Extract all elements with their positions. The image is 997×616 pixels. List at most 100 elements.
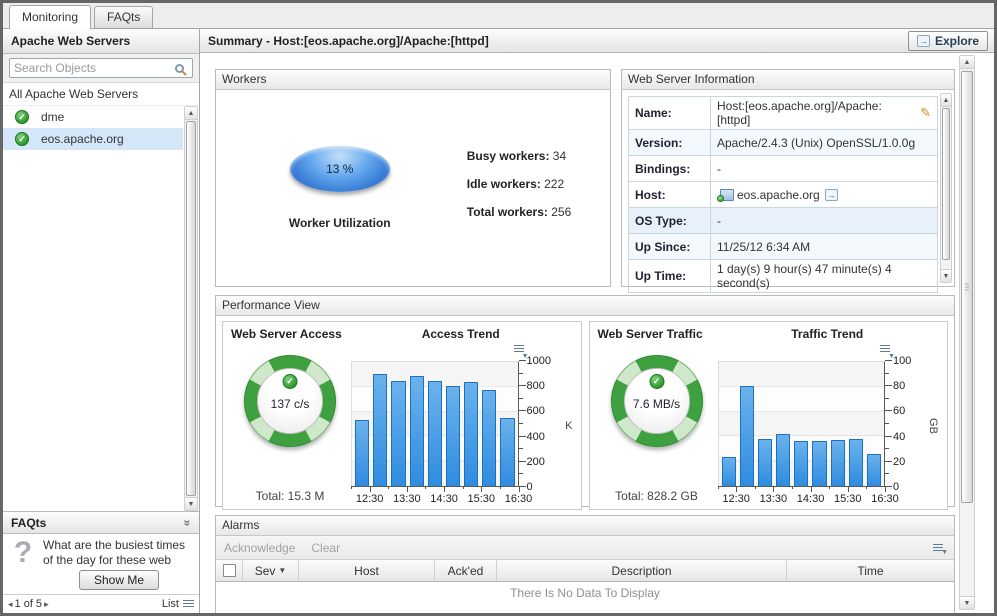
pager-next-icon[interactable]: ▸ (44, 599, 49, 610)
server-list: ✓dme✓eos.apache.org ▲ ▼ (3, 105, 199, 511)
bar (428, 381, 442, 486)
scroll-down-icon[interactable]: ▼ (941, 269, 951, 282)
access-rate-value: 137 c/s (244, 397, 336, 411)
collapse-chevron-icon[interactable]: » (181, 519, 195, 526)
edit-icon[interactable]: ✎ (920, 107, 931, 119)
y-tick (885, 385, 892, 386)
info-panel: Web Server Information Name:Host:[eos.ap… (621, 69, 955, 287)
y-tick (519, 385, 526, 386)
web-server-access-group: Web Server Access Access Trend ✓ 137 c/s (222, 321, 582, 510)
clear-button[interactable]: Clear (311, 541, 340, 555)
column-header-time[interactable]: Time (786, 560, 954, 581)
scroll-down-icon[interactable]: ▼ (185, 497, 197, 510)
server-list-item[interactable]: ✓eos.apache.org (3, 128, 183, 150)
y-tick (885, 410, 892, 411)
show-me-button[interactable]: Show Me (79, 570, 159, 590)
x-tick-label: 14:30 (430, 493, 458, 505)
scrollbar-thumb[interactable] (186, 121, 196, 496)
server-list-item[interactable]: ✓dme (3, 106, 183, 128)
scrollbar-thumb[interactable] (942, 108, 950, 260)
column-label: Host (354, 564, 379, 578)
y-tick (519, 398, 523, 399)
y-tick (885, 373, 889, 374)
scroll-up-icon[interactable]: ▲ (960, 56, 974, 69)
info-row: Up Time:1 day(s) 9 hour(s) 47 minute(s) … (629, 260, 938, 293)
traffic-total: Total: 828.2 GB (615, 489, 698, 505)
main-content: Workers 13 % Worker Utilization Busy wor… (200, 53, 994, 613)
info-row-label: Name: (629, 97, 711, 130)
chart-options-icon[interactable]: ▼ (880, 345, 893, 357)
info-row-label: Up Since: (629, 234, 711, 260)
search-box (9, 58, 193, 78)
y-tick (885, 423, 889, 424)
info-row-label: Up Time: (629, 260, 711, 293)
faqts-pager: ◂ 1 of 5 ▸ (8, 598, 49, 610)
x-tick (848, 486, 849, 492)
drilldown-icon[interactable]: → (825, 189, 838, 201)
info-row: Name:Host:[eos.apache.org]/Apache:[httpd… (629, 97, 938, 130)
pager-prev-icon[interactable]: ◂ (8, 599, 13, 610)
column-label: Time (857, 564, 883, 578)
y-tick (519, 461, 526, 462)
search-input[interactable] (10, 60, 175, 76)
y-tick (885, 461, 892, 462)
x-tick (718, 486, 719, 489)
scroll-up-icon[interactable]: ▲ (185, 107, 197, 120)
info-row: Up Since:11/25/12 6:34 AM (629, 234, 938, 260)
column-header-acked[interactable]: Ack'ed (434, 560, 496, 581)
tab-monitoring[interactable]: Monitoring (9, 5, 91, 29)
scroll-up-icon[interactable]: ▲ (941, 94, 951, 107)
worker-stat: Idle workers: 222 (467, 177, 572, 191)
chart-options-icon[interactable]: ▼ (514, 345, 527, 357)
faqts-question: What are the busiest times of the day fo… (43, 538, 195, 568)
x-tick (425, 486, 426, 489)
select-all-cell (216, 560, 242, 581)
y-tick-label: 200 (527, 456, 545, 468)
faqts-title: FAQts (11, 516, 46, 530)
info-value-text: Apache/2.4.3 (Unix) OpenSSL/1.0.0g (717, 136, 915, 150)
bar (410, 376, 424, 486)
access-trend-title: Access Trend (349, 327, 573, 347)
bar (849, 439, 863, 486)
main-scrollbar[interactable]: ▲ ▼ (959, 55, 975, 610)
app-body: Apache Web Servers All Apache Web Server… (3, 29, 994, 613)
info-panel-title: Web Server Information (622, 70, 954, 90)
server-name-label: dme (41, 110, 64, 124)
column-header-description[interactable]: Description (496, 560, 786, 581)
faqts-header[interactable]: FAQts » (3, 511, 199, 534)
worker-stat-value: 222 (541, 177, 564, 191)
info-value-text: - (717, 214, 721, 228)
bar-series (719, 362, 885, 486)
y-tick (519, 423, 523, 424)
search-icon[interactable] (175, 64, 184, 73)
scroll-down-icon[interactable]: ▼ (960, 596, 974, 609)
list-view-toggle[interactable]: List (162, 598, 194, 610)
y-tick-label: 400 (527, 431, 545, 443)
column-header-sev[interactable]: Sev▼ (242, 560, 298, 581)
bar (464, 382, 478, 486)
x-tick (500, 486, 501, 489)
x-tick (755, 486, 756, 489)
info-value-text: 1 day(s) 9 hour(s) 47 minute(s) 4 second… (717, 262, 931, 290)
bar (482, 390, 496, 486)
info-row-value: 11/25/12 6:34 AM (711, 234, 938, 260)
x-tick (792, 486, 793, 489)
acknowledge-button[interactable]: Acknowledge (224, 541, 295, 555)
x-tick (829, 486, 830, 489)
y-tick (885, 473, 889, 474)
column-header-host[interactable]: Host (298, 560, 434, 581)
y-tick-label: 800 (527, 380, 545, 392)
worker-utilization-gauge: 13 % (290, 146, 390, 192)
bar (812, 441, 826, 486)
select-all-checkbox[interactable] (223, 564, 236, 577)
workers-panel-title: Workers (216, 70, 610, 90)
explore-button[interactable]: → Explore (908, 31, 988, 51)
sidebar-scrollbar[interactable]: ▲ ▼ (184, 106, 198, 511)
scrollbar-thumb[interactable] (961, 71, 973, 503)
table-options-icon[interactable]: ▼ (933, 542, 946, 554)
traffic-rate-value: 7.6 MB/s (611, 397, 703, 411)
server-list-label: All Apache Web Servers (3, 83, 199, 105)
tab-faqts[interactable]: FAQts (94, 6, 153, 28)
bar (500, 418, 514, 486)
info-scrollbar[interactable]: ▲ ▼ (940, 93, 952, 283)
